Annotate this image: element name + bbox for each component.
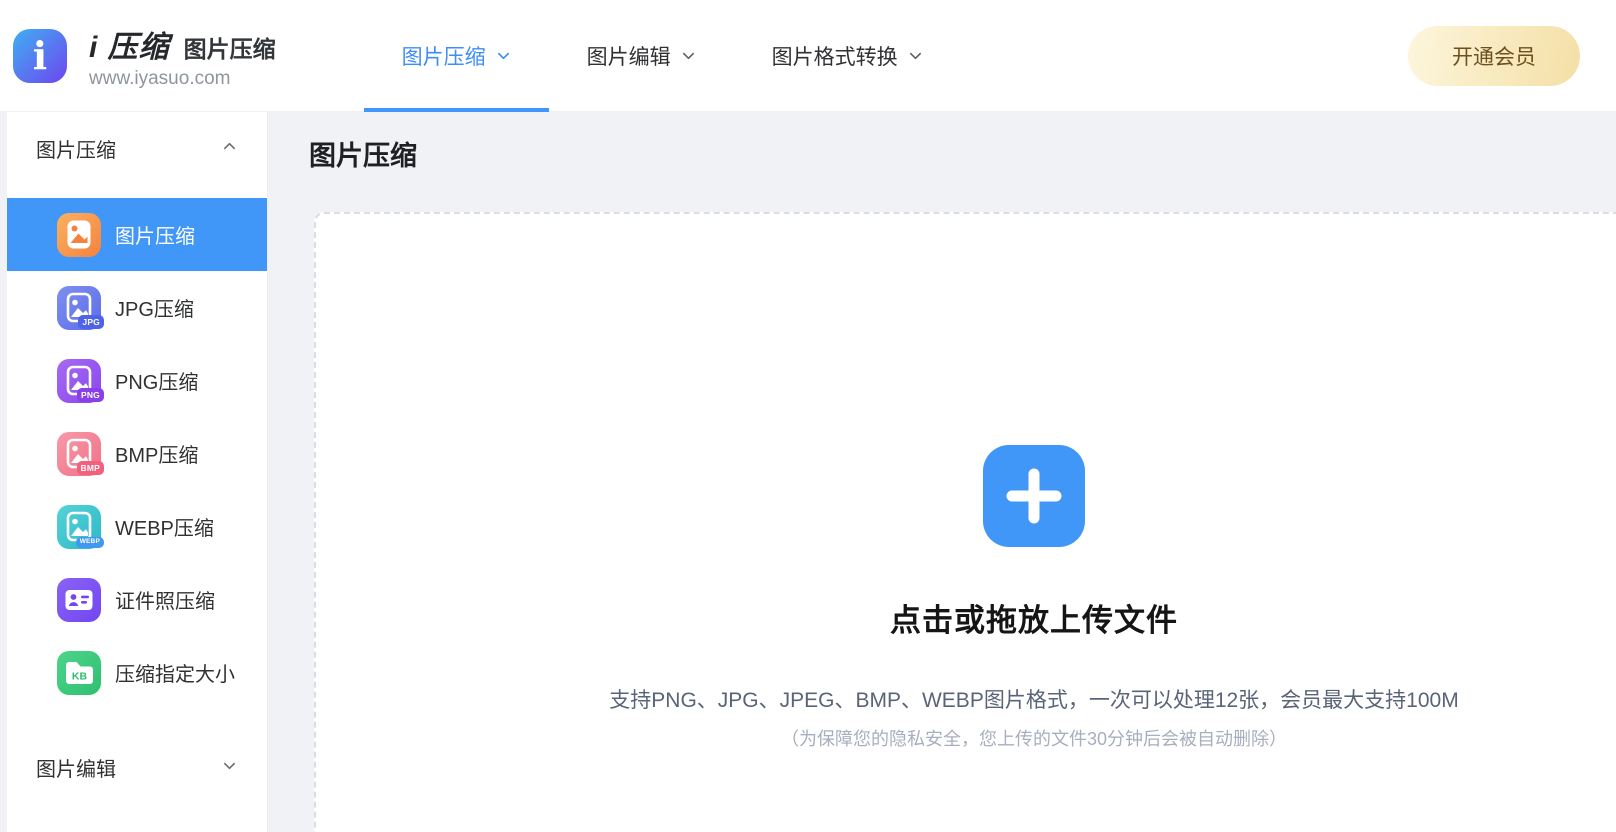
image-compress-icon (57, 212, 101, 257)
kb-badge-text: KB (72, 670, 88, 682)
sidebar-section-label: 图片编辑 (36, 758, 116, 781)
sidebar-item-image-compress[interactable]: 图片压缩 (7, 198, 267, 271)
sidebar-item-compress-to-size[interactable]: KB 压缩指定大小 (7, 636, 267, 709)
logo-icon: i (13, 28, 67, 83)
page-body: 图片压缩 图片压缩 JPG JPG压缩 PNG PNG压缩 BMP BMP压缩 … (0, 112, 1616, 832)
upload-heading: 点击或拖放上传文件 (890, 603, 1178, 638)
page-title: 图片压缩 (309, 141, 417, 171)
kb-folder-icon: KB (57, 650, 101, 695)
logo-subtitle: 图片压缩 (183, 35, 276, 62)
logo-letter: i (32, 32, 48, 78)
chevron-down-icon (681, 45, 696, 69)
upload-dropzone[interactable]: 点击或拖放上传文件 支持PNG、JPG、JPEG、BMP、WEBP图片格式，一次… (314, 212, 1616, 832)
sidebar-item-label: BMP压缩 (115, 445, 199, 467)
nav-tab-label: 图片压缩 (401, 45, 486, 69)
sidebar-item-label: 压缩指定大小 (115, 664, 235, 686)
id-photo-icon (57, 577, 101, 622)
bmp-compress-icon: BMP (57, 431, 104, 476)
sidebar-list: 图片压缩 JPG JPG压缩 PNG PNG压缩 BMP BMP压缩 WEBP … (7, 198, 267, 709)
upload-support-text: 支持PNG、JPG、JPEG、BMP、WEBP图片格式，一次可以处理12张，会员… (609, 689, 1459, 712)
sidebar-item-label: JPG压缩 (115, 299, 194, 321)
nav-tab-label: 图片格式转换 (771, 45, 898, 69)
chevron-down-icon (908, 45, 923, 69)
png-compress-icon: PNG (57, 358, 104, 403)
format-badge: JPG (78, 315, 104, 329)
logo-url: www.iyasuo.com (89, 67, 231, 89)
sidebar-item-label: WEBP压缩 (115, 518, 214, 540)
format-badge: WEBP (75, 536, 104, 548)
brand-logo[interactable]: i i 压缩 图片压缩 www.iyasuo.com (0, 22, 276, 90)
sidebar-item-png-compress[interactable]: PNG PNG压缩 (7, 344, 267, 417)
sidebar-section-label: 图片压缩 (36, 139, 116, 162)
upload-privacy-note: （为保障您的隐私安全，您上传的文件30分钟后会被自动删除） (780, 729, 1288, 749)
chevron-down-icon (496, 45, 511, 69)
sidebar-item-id-photo-compress[interactable]: 证件照压缩 (7, 563, 267, 636)
sidebar-item-label: PNG压缩 (115, 372, 199, 394)
plus-icon (1006, 468, 1062, 524)
sidebar: 图片压缩 图片压缩 JPG JPG压缩 PNG PNG压缩 BMP BMP压缩 … (7, 112, 268, 832)
sidebar-item-bmp-compress[interactable]: BMP BMP压缩 (7, 417, 267, 490)
open-membership-button[interactable]: 开通会员 (1408, 25, 1580, 86)
sidebar-item-jpg-compress[interactable]: JPG JPG压缩 (7, 271, 267, 344)
sidebar-item-label: 图片压缩 (115, 226, 195, 248)
chevron-down-icon (222, 756, 237, 779)
sidebar-section-image-edit[interactable]: 图片编辑 (7, 731, 267, 803)
webp-compress-icon: WEBP (57, 504, 104, 549)
main-nav: 图片压缩 图片编辑 图片格式转换 (363, 0, 961, 112)
main-content: 图片压缩 点击或拖放上传文件 支持PNG、JPG、JPEG、BMP、WEBP图片… (269, 112, 1616, 832)
format-badge: BMP (76, 461, 104, 475)
sidebar-item-label: 证件照压缩 (115, 591, 215, 613)
logo-text-block: i 压缩 图片压缩 www.iyasuo.com (89, 22, 276, 90)
sidebar-section-image-compress[interactable]: 图片压缩 (7, 112, 267, 184)
nav-tab-image-edit[interactable]: 图片编辑 (549, 0, 734, 111)
nav-tab-label: 图片编辑 (586, 45, 671, 69)
format-badge: PNG (76, 388, 104, 402)
nav-tab-format-convert[interactable]: 图片格式转换 (734, 0, 961, 111)
chevron-up-icon (222, 137, 237, 160)
jpg-compress-icon: JPG (57, 285, 104, 330)
top-header: i i 压缩 图片压缩 www.iyasuo.com 图片压缩 图片编辑 图片格… (0, 0, 1616, 112)
sidebar-item-webp-compress[interactable]: WEBP WEBP压缩 (7, 490, 267, 563)
logo-title: i 压缩 (89, 30, 170, 64)
upload-plus-button[interactable] (983, 445, 1085, 547)
nav-tab-image-compress[interactable]: 图片压缩 (363, 0, 549, 112)
